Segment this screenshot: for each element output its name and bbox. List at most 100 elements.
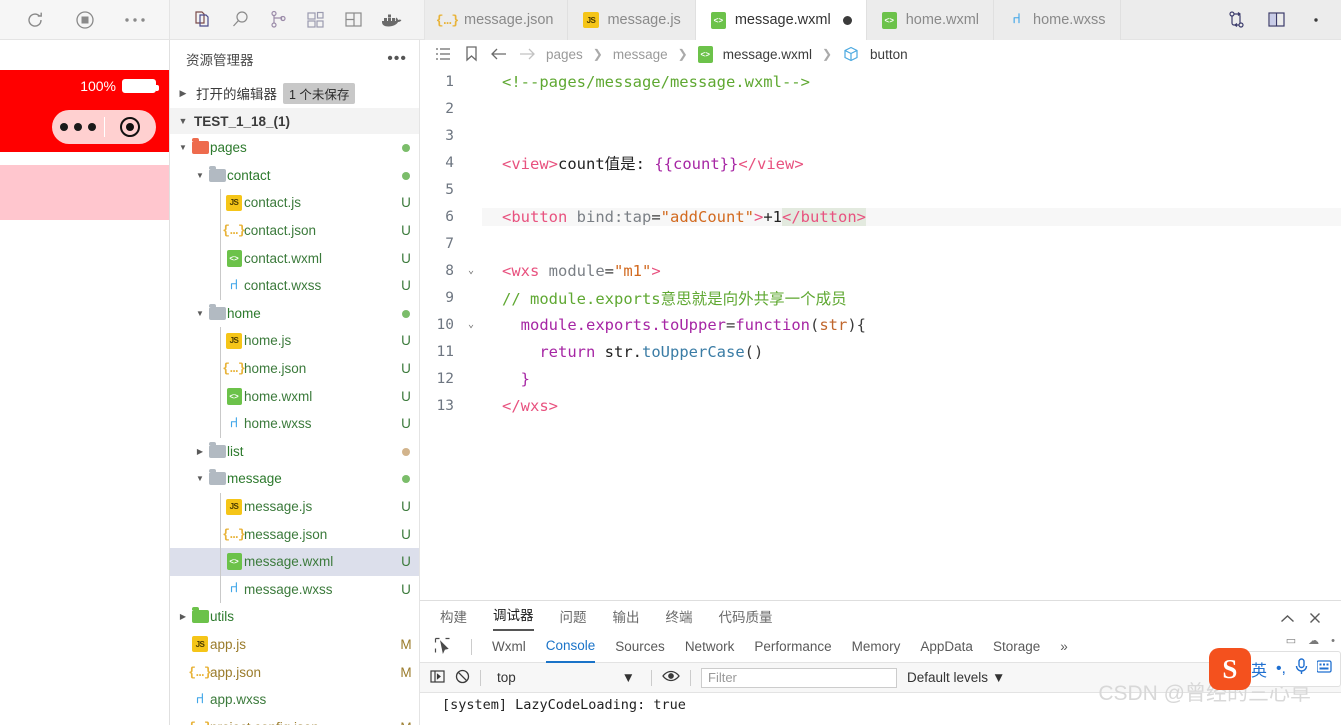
- tree-folder-row[interactable]: ▼ pages: [170, 134, 419, 162]
- chevron-down-icon[interactable]: ▼: [193, 309, 207, 318]
- chevron-right-icon[interactable]: ▶: [193, 447, 207, 456]
- panel-tab-code-quality[interactable]: 代码质量: [719, 606, 773, 631]
- fold-chevron-icon[interactable]: ⌄: [460, 319, 482, 330]
- chevron-down-icon[interactable]: ▼: [176, 116, 190, 126]
- tree-folder-row[interactable]: ▶ list: [170, 438, 419, 466]
- panel-tab-terminal[interactable]: 终端: [666, 606, 693, 631]
- devtools-tab-appdata[interactable]: AppData: [920, 639, 973, 654]
- tree-file-row[interactable]: {…} message.json U: [170, 520, 419, 548]
- chevron-down-icon: ▼: [992, 670, 1006, 685]
- stop-record-icon[interactable]: [72, 7, 98, 33]
- source-control-icon[interactable]: [265, 7, 291, 33]
- panel-tab-output[interactable]: 输出: [613, 606, 640, 631]
- explorer-icon[interactable]: [190, 7, 216, 33]
- chevron-right-icon[interactable]: ▶: [176, 612, 190, 621]
- devtools-tab-overflow[interactable]: »: [1060, 639, 1068, 654]
- console-context-select[interactable]: top ▼: [491, 670, 641, 685]
- tab-message-json[interactable]: {…} message.json: [425, 0, 569, 40]
- tree-file-row[interactable]: ⑁ message.wxss U: [170, 575, 419, 604]
- panel-tab-problems[interactable]: 问题: [560, 606, 587, 631]
- panel-tab-build[interactable]: 构建: [440, 606, 467, 631]
- tree-folder-row[interactable]: ▼ message: [170, 465, 419, 493]
- capsule-menu-icon[interactable]: [52, 123, 104, 131]
- tree-file-row[interactable]: {…}project.config.jsonM: [170, 713, 419, 725]
- console-filter-input[interactable]: Filter: [701, 667, 897, 688]
- sogou-ime-bar[interactable]: S 英 •,: [1208, 648, 1341, 690]
- tab-home-wxml[interactable]: <> home.wxml: [866, 0, 995, 40]
- chevron-up-icon[interactable]: [1280, 612, 1295, 627]
- arrow-right-icon[interactable]: [518, 45, 536, 63]
- docker-icon[interactable]: [378, 7, 404, 33]
- arrow-left-icon[interactable]: [490, 45, 508, 63]
- devtools-tab-sources[interactable]: Sources: [615, 639, 665, 654]
- ime-language-toggle[interactable]: 英: [1251, 657, 1267, 681]
- ime-punctuation-toggle[interactable]: •,: [1276, 660, 1286, 678]
- keyboard-icon[interactable]: [1316, 660, 1332, 678]
- bookmark-icon[interactable]: [462, 45, 480, 63]
- line-number: 1: [445, 73, 454, 90]
- more-icon[interactable]: [122, 7, 148, 33]
- layout-icon[interactable]: [340, 7, 366, 33]
- tab-home-wxss[interactable]: ⑁ home.wxss: [994, 0, 1121, 40]
- more-icon[interactable]: [1303, 7, 1329, 33]
- tree-folder-row[interactable]: ▼ contact: [170, 162, 419, 190]
- console-sidebar-icon[interactable]: [430, 669, 445, 687]
- tree-folder-row[interactable]: ▼ home: [170, 300, 419, 328]
- live-expression-icon[interactable]: [662, 670, 680, 685]
- tree-folder-row[interactable]: ▶ utils: [170, 603, 419, 631]
- tree-file-row[interactable]: JS app.js M: [170, 631, 419, 659]
- extensions-icon[interactable]: [303, 7, 329, 33]
- clear-console-icon[interactable]: [455, 669, 470, 687]
- inspect-element-icon[interactable]: [434, 637, 451, 657]
- breadcrumb-item-file[interactable]: message.wxml: [723, 47, 812, 62]
- tree-file-row[interactable]: JS home.js U: [170, 327, 419, 355]
- tree-file-row[interactable]: <> message.wxml U: [170, 547, 419, 576]
- breadcrumb-item-pages[interactable]: pages: [546, 47, 583, 62]
- capsule-target-icon[interactable]: [105, 117, 157, 137]
- tree-file-row[interactable]: <> contact.wxml U: [170, 244, 419, 272]
- breadcrumb-item-message[interactable]: message: [613, 47, 668, 62]
- folder-status-dot-icon: [393, 471, 419, 486]
- tree-file-row[interactable]: JS contact.js U: [170, 189, 419, 217]
- devtools-tab-wxml[interactable]: Wxml: [492, 639, 526, 654]
- compare-icon[interactable]: [1223, 7, 1249, 33]
- devtools-tab-memory[interactable]: Memory: [852, 639, 901, 654]
- panel-tab-debugger[interactable]: 调试器: [493, 604, 534, 631]
- chevron-right-icon[interactable]: ▶: [176, 88, 190, 99]
- tree-file-row[interactable]: {…} app.json M: [170, 658, 419, 686]
- console-levels-select[interactable]: Default levels ▼: [907, 670, 1005, 685]
- simulator-panel[interactable]: 100%: [0, 40, 170, 725]
- workspace-root-row[interactable]: ▼ TEST_1_18_(1): [170, 108, 419, 134]
- chevron-down-icon[interactable]: ▼: [193, 474, 207, 483]
- outline-icon[interactable]: [434, 45, 452, 63]
- tree-file-row[interactable]: JS message.js U: [170, 492, 419, 521]
- close-icon[interactable]: [1309, 612, 1321, 627]
- unsaved-dot-icon[interactable]: [842, 15, 852, 25]
- tree-file-row[interactable]: ⑁ contact.wxss U: [170, 271, 419, 300]
- sogou-logo-icon[interactable]: S: [1208, 648, 1251, 690]
- refresh-icon[interactable]: [22, 7, 48, 33]
- code-editor[interactable]: 1 <!--pages/message/message.wxml--> 2 3 4…: [420, 68, 1341, 600]
- breadcrumb-item-symbol[interactable]: button: [870, 47, 908, 62]
- devtools-tab-network[interactable]: Network: [685, 639, 735, 654]
- mic-icon[interactable]: [1295, 658, 1308, 680]
- tab-label: message.wxml: [734, 12, 831, 28]
- tree-file-row[interactable]: ⑁ app.wxss: [170, 686, 419, 714]
- open-editors-section[interactable]: ▶ 打开的编辑器 1 个未保存: [170, 78, 419, 108]
- fold-chevron-icon[interactable]: ⌄: [460, 265, 482, 276]
- chevron-down-icon[interactable]: ▼: [193, 171, 207, 180]
- split-editor-icon[interactable]: [1263, 7, 1289, 33]
- capsule-button[interactable]: [52, 110, 156, 144]
- tab-message-js[interactable]: JS message.js: [568, 0, 696, 40]
- tab-message-wxml[interactable]: <> message.wxml: [695, 0, 867, 40]
- devtools-tab-performance[interactable]: Performance: [754, 639, 831, 654]
- tree-file-row[interactable]: <> home.wxml U: [170, 382, 419, 410]
- tree-file-row[interactable]: {…} home.json U: [170, 354, 419, 383]
- tree-file-row[interactable]: ⑁ home.wxss U: [170, 409, 419, 438]
- devtools-tab-storage[interactable]: Storage: [993, 639, 1040, 654]
- tree-file-row[interactable]: {…} contact.json U: [170, 216, 419, 245]
- search-icon[interactable]: [227, 7, 253, 33]
- chevron-down-icon[interactable]: ▼: [176, 143, 190, 152]
- devtools-tab-console[interactable]: Console: [545, 631, 596, 663]
- more-icon[interactable]: •••: [387, 51, 407, 67]
